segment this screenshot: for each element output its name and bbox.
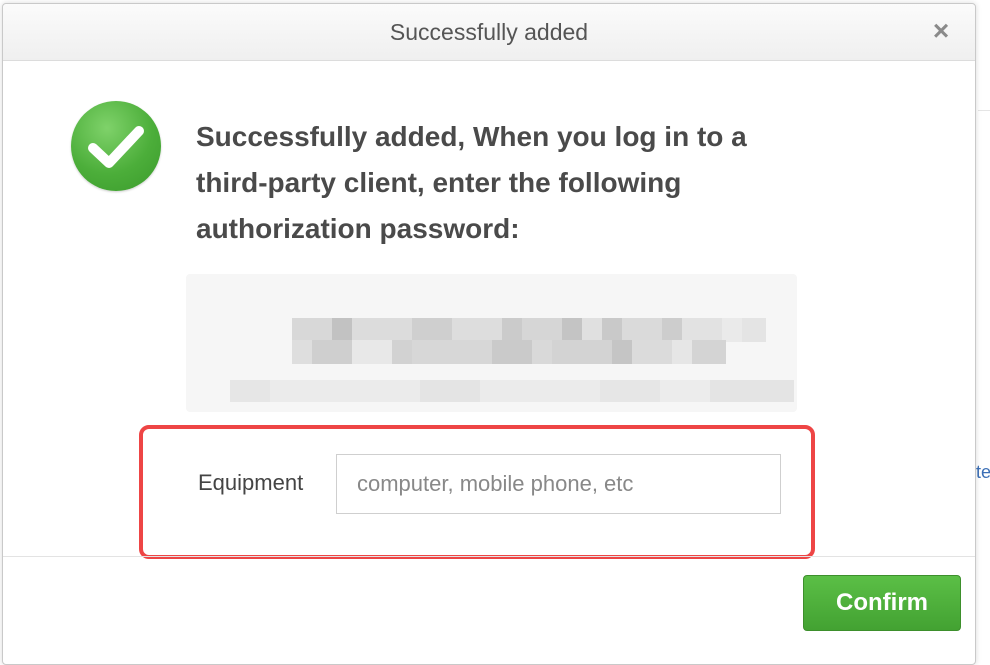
equipment-input[interactable] bbox=[336, 454, 781, 514]
success-dialog: Successfully added × Successfully added,… bbox=[2, 3, 976, 665]
checkmark-circle-icon bbox=[71, 101, 161, 191]
close-icon[interactable]: × bbox=[927, 17, 955, 45]
authorization-password-obscured bbox=[186, 274, 797, 412]
background-link-fragment: te bbox=[976, 462, 990, 482]
dialog-titlebar: Successfully added × bbox=[3, 4, 975, 61]
background-divider bbox=[978, 110, 990, 111]
success-message: Successfully added, When you log in to a… bbox=[196, 121, 747, 244]
footer-divider bbox=[3, 556, 975, 557]
dialog-title: Successfully added bbox=[389, 19, 589, 45]
confirm-button[interactable]: Confirm bbox=[803, 575, 961, 631]
equipment-label: Equipment bbox=[198, 470, 304, 495]
